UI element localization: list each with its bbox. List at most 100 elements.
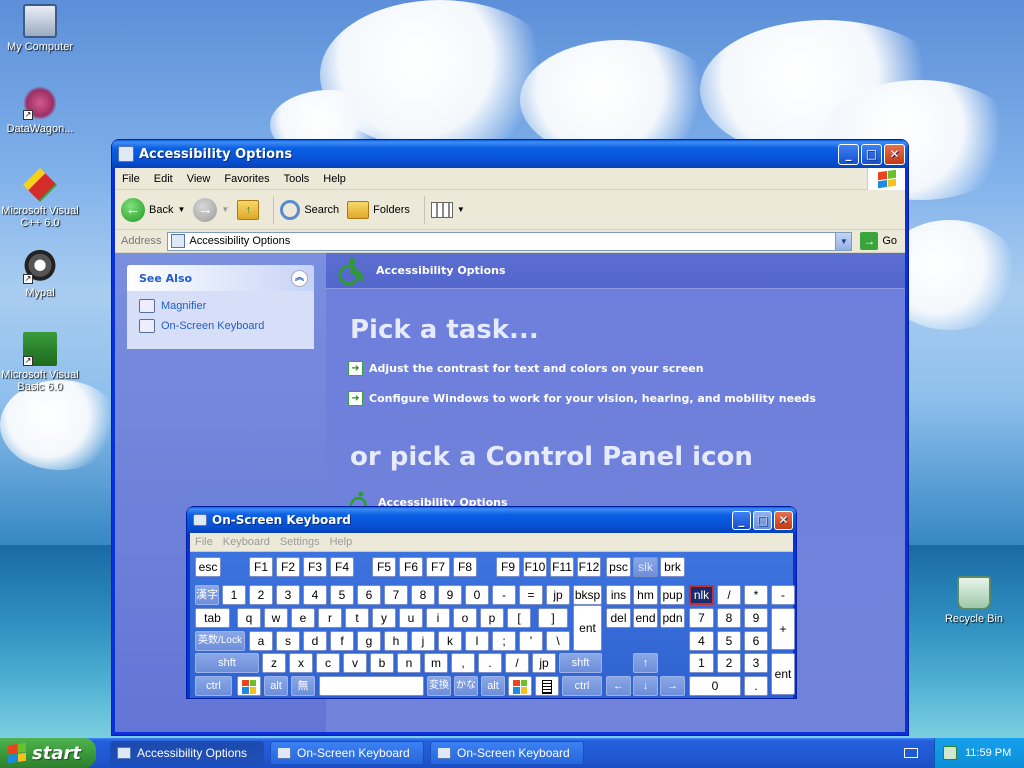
key-m[interactable]: m xyxy=(424,653,448,673)
key-henkan[interactable]: 変換 xyxy=(427,676,451,696)
taskbar-item-osk-1[interactable]: On-Screen Keyboard xyxy=(270,741,424,765)
address-dropdown-icon[interactable]: ▼ xyxy=(835,232,852,250)
key-delete[interactable]: del xyxy=(606,608,631,628)
key-f12[interactable]: F12 xyxy=(577,557,601,577)
menu-favorites[interactable]: Favorites xyxy=(217,173,276,185)
menu-file[interactable]: File xyxy=(115,173,147,185)
key-left-shift[interactable]: shft xyxy=(195,653,259,673)
taskbar-item-accessibility-options[interactable]: Accessibility Options xyxy=(110,741,264,765)
key-f9[interactable]: F9 xyxy=(496,557,520,577)
key-right-windows[interactable] xyxy=(508,676,532,696)
see-also-osk-link[interactable]: On-Screen Keyboard xyxy=(139,319,302,333)
key-x[interactable]: x xyxy=(289,653,313,673)
maximize-button[interactable]: □ xyxy=(861,143,882,165)
key-k[interactable]: k xyxy=(438,631,462,651)
osk-minimize-button[interactable]: _ xyxy=(732,510,751,530)
key-equals[interactable]: = xyxy=(519,585,543,605)
menu-edit[interactable]: Edit xyxy=(147,173,180,185)
key-kanji[interactable]: 漢字 xyxy=(195,585,219,605)
key-f4[interactable]: F4 xyxy=(330,557,354,577)
desktop-icon-recycle-bin[interactable]: Recycle Bin xyxy=(934,576,1014,625)
key-h[interactable]: h xyxy=(384,631,408,651)
key-slk[interactable]: slk xyxy=(633,557,658,577)
search-button[interactable]: Search xyxy=(280,199,339,220)
folders-button[interactable]: Folders xyxy=(347,200,410,219)
key-kp-plus[interactable]: + xyxy=(771,608,795,650)
key-f7[interactable]: F7 xyxy=(426,557,450,577)
key-7[interactable]: 7 xyxy=(384,585,408,605)
key-jp-ro[interactable]: jp xyxy=(532,653,556,673)
key-o[interactable]: o xyxy=(453,608,477,628)
back-dropdown-icon[interactable]: ▼ xyxy=(177,205,185,214)
start-button[interactable]: start xyxy=(0,738,96,768)
osk-titlebar[interactable]: On-Screen Keyboard _ □ ✕ xyxy=(187,507,796,533)
task-configure-windows[interactable]: ➜ Configure Windows to work for your vis… xyxy=(348,391,816,406)
key-t[interactable]: t xyxy=(345,608,369,628)
key-kp-2[interactable]: 2 xyxy=(717,653,741,673)
key-application[interactable] xyxy=(535,676,559,696)
views-button[interactable]: ▼ xyxy=(430,201,465,218)
key-page-down[interactable]: pdn xyxy=(660,608,685,628)
key-s[interactable]: s xyxy=(276,631,300,651)
forward-button[interactable]: → ▼ xyxy=(193,197,229,222)
key-eisu-lock[interactable]: 英数/Lock xyxy=(195,631,245,651)
network-tray-icon[interactable] xyxy=(943,746,957,760)
key-b[interactable]: b xyxy=(370,653,394,673)
taskbar-item-osk-2[interactable]: On-Screen Keyboard xyxy=(430,741,584,765)
key-9[interactable]: 9 xyxy=(438,585,462,605)
key-right-bracket[interactable]: ] xyxy=(538,608,568,628)
desktop-icon-my-computer[interactable]: My Computer xyxy=(0,4,80,53)
key-f10[interactable]: F10 xyxy=(523,557,547,577)
key-kp-1[interactable]: 1 xyxy=(689,653,714,673)
key-f5[interactable]: F5 xyxy=(372,557,396,577)
forward-dropdown-icon[interactable]: ▼ xyxy=(221,205,229,214)
key-arrow-right[interactable]: → xyxy=(660,676,685,696)
key-d[interactable]: d xyxy=(303,631,327,651)
key-left-windows[interactable] xyxy=(237,676,261,696)
key-kp-0[interactable]: 0 xyxy=(689,676,741,696)
menu-view[interactable]: View xyxy=(180,173,218,185)
key-e[interactable]: e xyxy=(291,608,315,628)
key-left-bracket[interactable]: [ xyxy=(507,608,531,628)
key-c[interactable]: c xyxy=(316,653,340,673)
key-semicolon[interactable]: ; xyxy=(492,631,516,651)
key-kp-divide[interactable]: / xyxy=(717,585,741,605)
key-kana[interactable]: かな xyxy=(454,676,478,696)
key-kp-9[interactable]: 9 xyxy=(744,608,768,628)
key-i[interactable]: i xyxy=(426,608,450,628)
key-slash[interactable]: / xyxy=(505,653,529,673)
key-kp-5[interactable]: 5 xyxy=(717,631,741,651)
key-right-alt[interactable]: alt xyxy=(481,676,505,696)
key-f11[interactable]: F11 xyxy=(550,557,574,577)
key-kp-enter[interactable]: ent xyxy=(771,653,795,695)
back-button[interactable]: ← Back ▼ xyxy=(121,197,185,222)
key-psc[interactable]: psc xyxy=(606,557,631,577)
key-arrow-up[interactable]: ↑ xyxy=(633,653,658,673)
close-button[interactable]: ✕ xyxy=(884,143,905,165)
clock[interactable]: 11:59 PM xyxy=(965,747,1011,759)
key-kp-4[interactable]: 4 xyxy=(689,631,714,651)
key-y[interactable]: y xyxy=(372,608,396,628)
key-minus[interactable]: - xyxy=(492,585,516,605)
key-l[interactable]: l xyxy=(465,631,489,651)
window-titlebar[interactable]: Accessibility Options _ □ ✕ xyxy=(112,140,908,168)
key-v[interactable]: v xyxy=(343,653,367,673)
desktop-icon-mypal[interactable]: ↗ Mypal xyxy=(0,250,80,299)
key-kp-decimal[interactable]: . xyxy=(744,676,768,696)
key-q[interactable]: q xyxy=(237,608,261,628)
key-g[interactable]: g xyxy=(357,631,381,651)
up-folder-button[interactable]: ↑ xyxy=(237,199,260,220)
osk-menu-settings[interactable]: Settings xyxy=(275,536,325,548)
key-backslash[interactable]: \ xyxy=(546,631,570,651)
menu-help[interactable]: Help xyxy=(316,173,353,185)
input-language-icon[interactable] xyxy=(904,748,918,758)
key-left-alt[interactable]: alt xyxy=(264,676,288,696)
task-adjust-contrast[interactable]: ➜ Adjust the contrast for text and color… xyxy=(348,361,704,376)
key-a[interactable]: a xyxy=(249,631,273,651)
osk-menu-help[interactable]: Help xyxy=(325,536,358,548)
key-4[interactable]: 4 xyxy=(303,585,327,605)
key-f6[interactable]: F6 xyxy=(399,557,423,577)
key-j[interactable]: j xyxy=(411,631,435,651)
key-kp-multiply[interactable]: * xyxy=(744,585,768,605)
key-period[interactable]: . xyxy=(478,653,502,673)
